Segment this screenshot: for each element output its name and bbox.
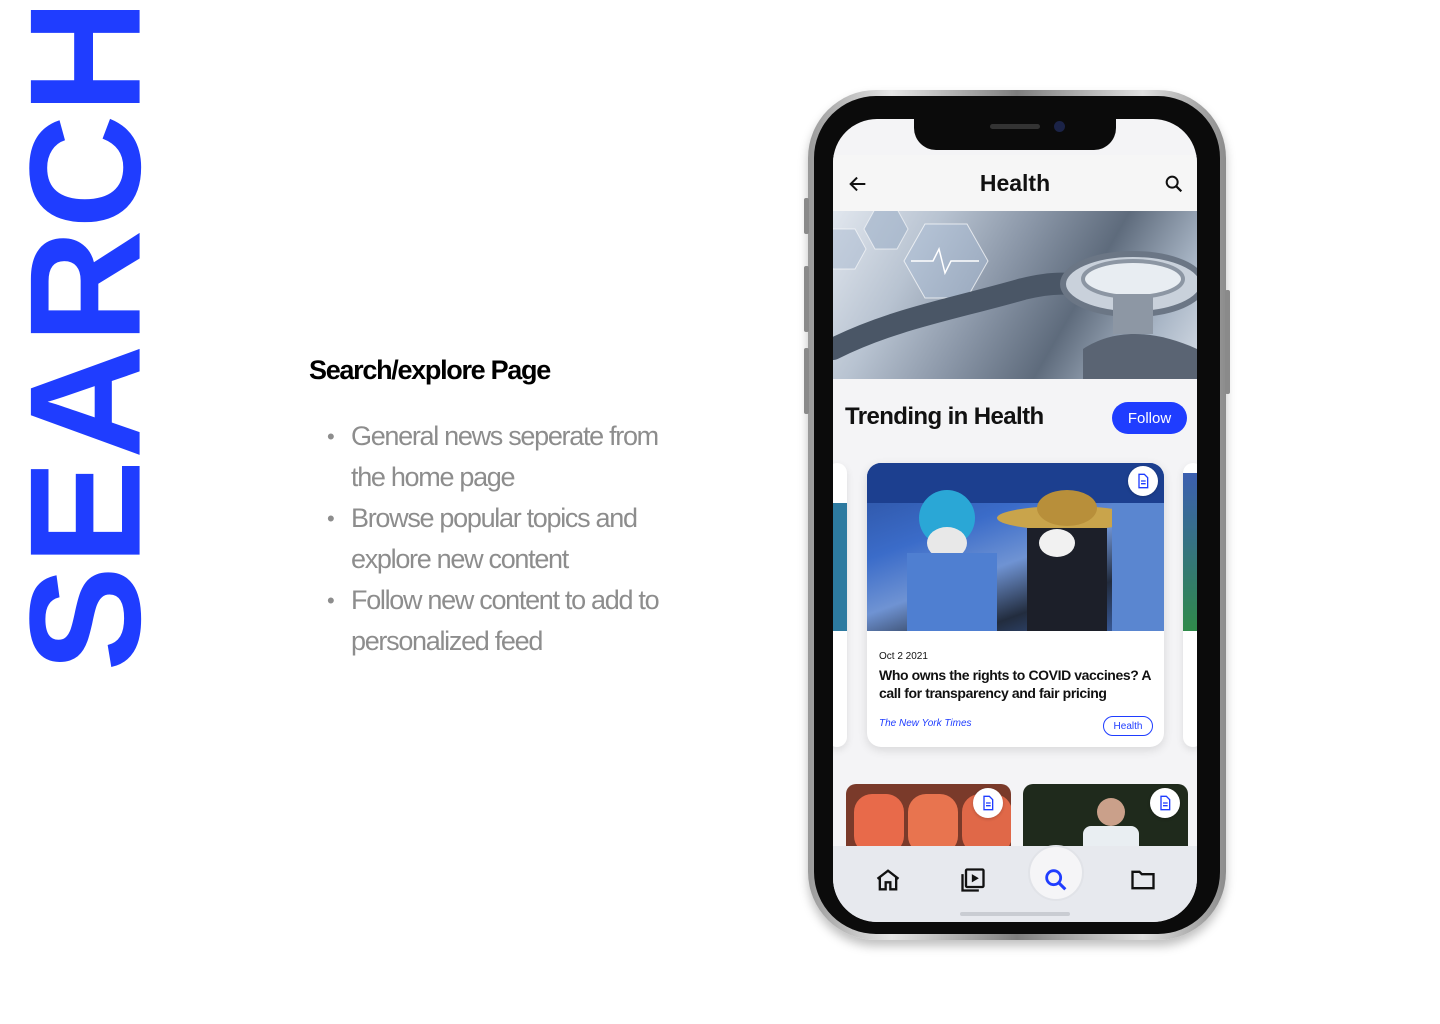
document-icon[interactable] <box>973 788 1003 818</box>
next-card-peek[interactable] <box>1183 463 1197 747</box>
article-tag[interactable]: Health <box>1103 716 1153 736</box>
app-header: Health <box>833 155 1197 211</box>
description-bullets: General news seperate from the home page… <box>327 416 687 662</box>
side-title: SEARCH <box>0 0 174 672</box>
previous-card-peek[interactable] <box>833 463 847 747</box>
home-icon[interactable] <box>868 860 908 900</box>
bullet-item: Browse popular topics and explore new co… <box>327 498 687 580</box>
featured-article-card[interactable]: Oct 2 2021 Who owns the rights to COVID … <box>867 463 1164 747</box>
search-icon[interactable] <box>1036 860 1076 900</box>
speaker <box>990 124 1040 129</box>
search-icon[interactable] <box>1163 173 1185 195</box>
bullet-item: Follow new content to add to personalize… <box>327 580 687 662</box>
article-source[interactable]: The New York Times <box>879 718 972 729</box>
article-thumbnail[interactable] <box>1023 784 1188 854</box>
side-title-text: SEARCH <box>0 0 174 672</box>
article-thumbnail[interactable] <box>846 784 1011 854</box>
follow-button[interactable]: Follow <box>1112 402 1187 434</box>
volume-down-button <box>804 348 809 414</box>
article-headline[interactable]: Who owns the rights to COVID vaccines? A… <box>879 666 1159 702</box>
mute-switch <box>804 198 809 234</box>
front-camera <box>1054 121 1065 132</box>
home-indicator <box>960 912 1070 916</box>
document-icon[interactable] <box>1150 788 1180 818</box>
arrow-left-icon[interactable] <box>847 173 869 195</box>
page-title: Health <box>979 169 1051 196</box>
folder-icon[interactable] <box>1123 860 1163 900</box>
phone-screen: Health Trending in Health Follow Oct 2 2… <box>833 119 1197 922</box>
bottom-tab-bar <box>833 845 1197 922</box>
document-icon[interactable] <box>1128 466 1158 496</box>
volume-up-button <box>804 266 809 332</box>
description-title: Search/explore Page <box>309 355 551 385</box>
section-title: Trending in Health <box>845 403 1044 430</box>
video-library-icon[interactable] <box>953 860 993 900</box>
stethoscope-illustration <box>833 208 1197 379</box>
notch <box>914 119 1116 150</box>
article-image <box>867 463 1164 631</box>
article-date: Oct 2 2021 <box>879 651 928 662</box>
power-button <box>1225 290 1230 394</box>
hero-image <box>833 199 1197 379</box>
bullet-item: General news seperate from the home page <box>327 416 687 498</box>
